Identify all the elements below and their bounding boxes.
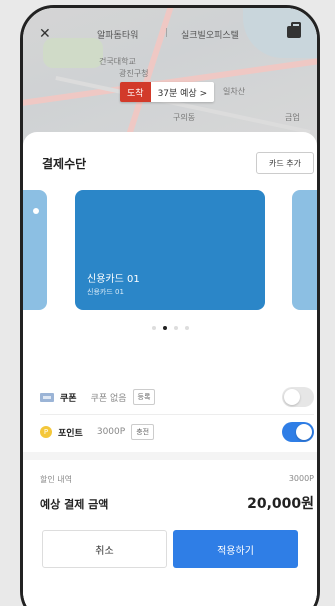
total-label: 예상 결제 금액 xyxy=(40,498,109,511)
card-selected[interactable]: 신용카드 01 신용카드 01 xyxy=(75,190,265,310)
briefcase-icon[interactable] xyxy=(287,22,301,38)
point-title: 포인트 xyxy=(58,428,83,439)
add-card-button[interactable]: 카드 추가 xyxy=(256,152,314,174)
map-label: 구의동 xyxy=(173,113,196,122)
section-title: 결제수단 xyxy=(42,157,87,171)
total-amount: 20,000원 xyxy=(247,496,314,512)
toggle-knob xyxy=(296,424,312,440)
page-dot[interactable] xyxy=(184,326,189,330)
close-icon[interactable]: ✕ xyxy=(39,26,51,42)
coupon-register-button[interactable]: 등록 xyxy=(132,389,156,405)
discount-value: 3000P xyxy=(288,474,314,483)
origin-text: 알파돔타워 xyxy=(97,31,139,41)
map-label: 금업 xyxy=(285,113,300,122)
point-toggle[interactable] xyxy=(282,422,314,442)
card-carousel[interactable]: 신용카드 01 신용카드 01 xyxy=(23,190,317,310)
route-map[interactable]: 건국대학교 광진구청 일차산 구의동 금업 ✕ 알파돔타워 | 실크빌오피스텔 … xyxy=(23,8,317,148)
apply-button[interactable]: 적용하기 xyxy=(173,530,298,568)
page-dot[interactable] xyxy=(173,326,178,330)
map-label: 일차산 xyxy=(223,87,246,96)
payment-summary: 할인 내역 3000P 예상 결제 금액 20,000원 취소 적용하기 xyxy=(23,452,317,606)
route-bar: ✕ 알파돔타워 | 실크빌오피스텔 xyxy=(23,22,317,46)
card-subtitle: 신용카드 01 xyxy=(87,288,124,296)
coupon-icon xyxy=(40,392,54,402)
point-row: P 포인트 3000P 충전 xyxy=(40,417,314,447)
point-coin-icon: P xyxy=(40,426,52,438)
card-previous[interactable] xyxy=(23,190,47,310)
payment-sheet: 결제수단 카드 추가 신용카드 01 신용카드 01 쿠폰 쿠폰 없음 등록 P… xyxy=(23,132,317,606)
card-name: 신용카드 01 xyxy=(87,274,140,285)
arrival-tag: 도착 xyxy=(120,82,151,102)
divider xyxy=(40,414,314,415)
carousel-indicator xyxy=(23,326,317,330)
point-value: 3000P xyxy=(96,427,126,437)
toggle-knob xyxy=(284,389,300,405)
eta-text: 37분 예상 > xyxy=(150,82,215,102)
coupon-value: 쿠폰 없음 xyxy=(90,393,127,404)
card-mark xyxy=(33,208,39,214)
discount-label: 할인 내역 xyxy=(40,475,72,484)
coupon-title: 쿠폰 xyxy=(60,393,77,404)
cancel-button[interactable]: 취소 xyxy=(42,530,167,568)
coupon-row: 쿠폰 쿠폰 없음 등록 xyxy=(40,382,314,412)
destination-text: 실크빌오피스텔 xyxy=(181,31,239,41)
point-charge-button[interactable]: 충전 xyxy=(131,424,155,440)
page-dot-active[interactable] xyxy=(162,326,167,330)
card-next[interactable] xyxy=(292,190,317,310)
phone-frame: 건국대학교 광진구청 일차산 구의동 금업 ✕ 알파돔타워 | 실크빌오피스텔 … xyxy=(20,5,320,606)
map-label: 광진구청 xyxy=(119,69,149,78)
map-label: 건국대학교 xyxy=(99,57,136,66)
arrival-chip[interactable]: 도착 37분 예상 > xyxy=(120,82,215,102)
coupon-toggle[interactable] xyxy=(282,387,314,407)
page-dot[interactable] xyxy=(151,326,156,330)
route-separator: | xyxy=(165,28,169,38)
